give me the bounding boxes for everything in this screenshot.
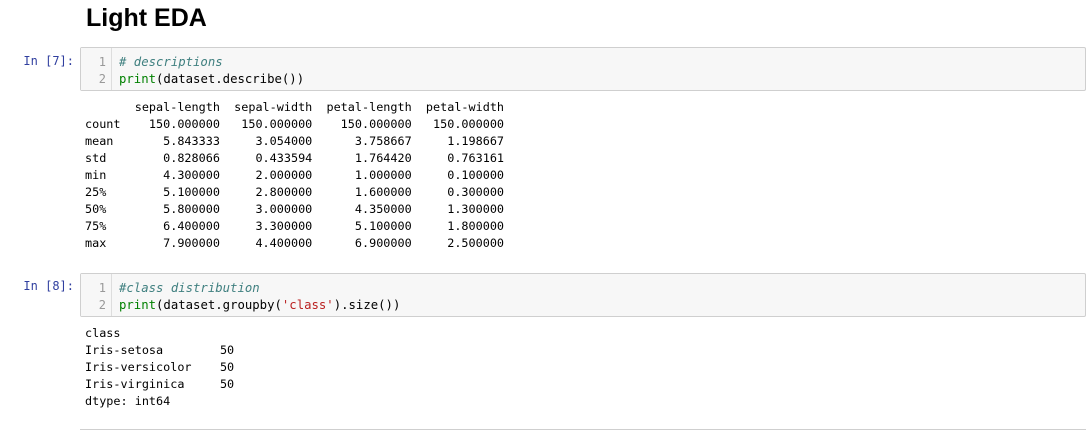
code-text: ).size()) bbox=[333, 298, 401, 312]
input-prompt-8: In [8]: bbox=[23, 279, 74, 293]
line-number: 2 bbox=[98, 72, 106, 86]
code-line: #class distribution bbox=[119, 280, 260, 297]
code-line: print(dataset.describe()) bbox=[119, 71, 304, 88]
code-string: 'class' bbox=[281, 298, 334, 312]
code-cell-8-input[interactable]: 1 2 #class distribution print(dataset.gr… bbox=[80, 273, 1086, 317]
cell-divider bbox=[80, 429, 1086, 430]
code-builtin: print bbox=[119, 72, 157, 86]
code-comment: #class distribution bbox=[119, 281, 260, 295]
line-number: 1 bbox=[98, 281, 106, 295]
code-text: (dataset.groupby( bbox=[156, 298, 282, 312]
line-number: 2 bbox=[98, 298, 106, 312]
code-builtin: print bbox=[119, 298, 157, 312]
line-number: 1 bbox=[98, 55, 106, 69]
cell-8-output: class Iris-setosa 50 Iris-versicolor 50 … bbox=[85, 326, 235, 408]
code-line: # descriptions bbox=[119, 54, 223, 71]
code-comment: # descriptions bbox=[119, 55, 223, 69]
code-text: (dataset.describe()) bbox=[156, 72, 305, 86]
section-heading: Light EDA bbox=[86, 4, 207, 32]
input-prompt-7: In [7]: bbox=[23, 54, 74, 68]
cell-7-output: sepal-length sepal-width petal-length pe… bbox=[85, 100, 505, 250]
code-line: print(dataset.groupby('class').size()) bbox=[119, 297, 400, 314]
code-cell-7-input[interactable]: 1 2 # descriptions print(dataset.describ… bbox=[80, 47, 1086, 91]
